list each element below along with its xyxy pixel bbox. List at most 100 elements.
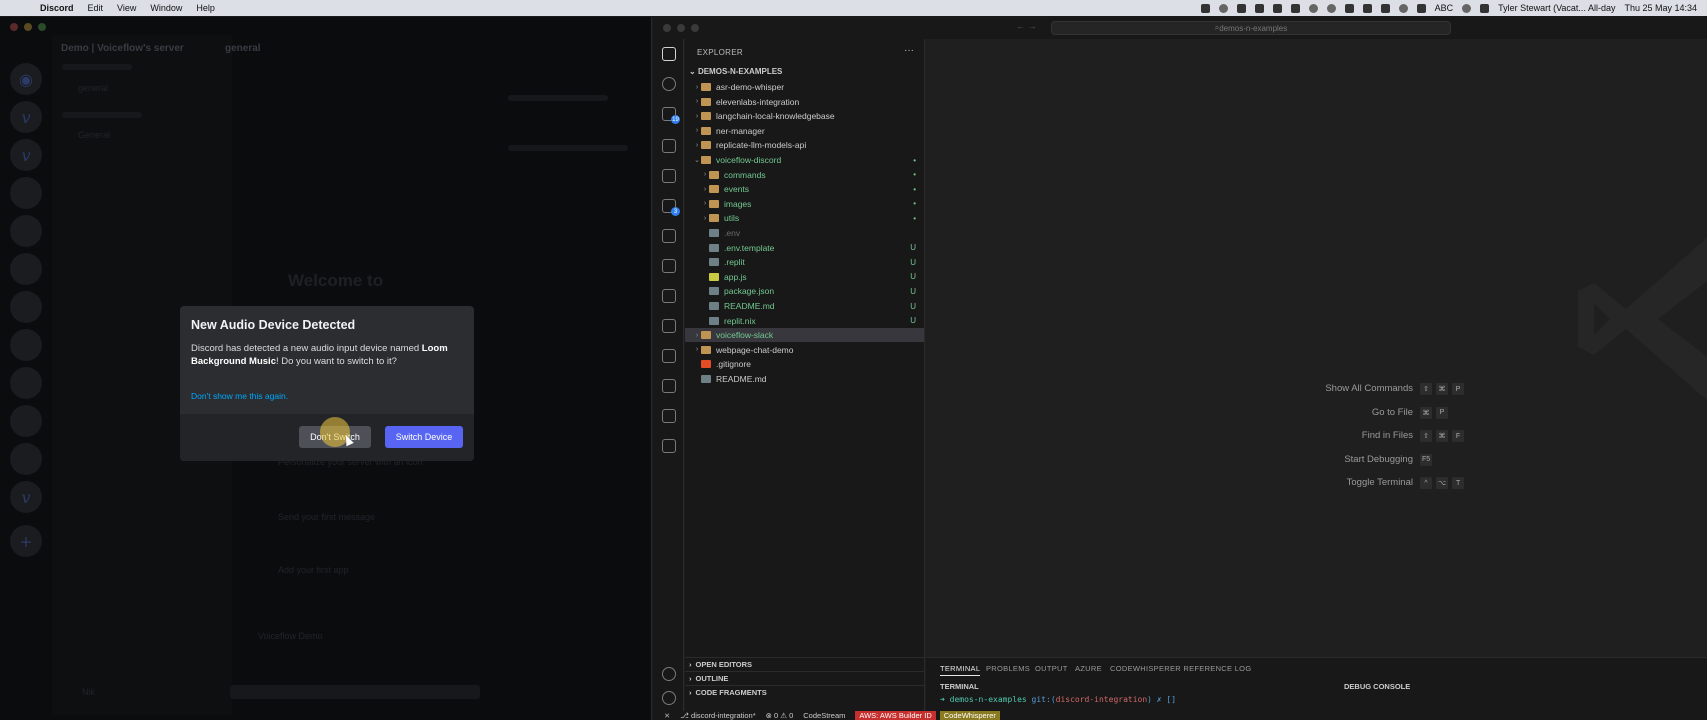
zoom-window-button[interactable] [38,23,46,31]
bluetooth-icon[interactable] [1462,3,1472,13]
server-icon[interactable]: v [10,481,42,513]
server-icon[interactable] [10,329,42,361]
close-window-button[interactable] [10,23,18,31]
message-input[interactable] [230,685,480,699]
close-window-button[interactable] [663,24,671,32]
package-icon[interactable] [662,409,676,423]
remote-icon[interactable]: ⨯ [664,711,670,720]
tab-azure[interactable]: AZURE [1075,664,1102,673]
debug-console-section[interactable]: DEBUG CONSOLE [1344,682,1410,691]
add-server-icon[interactable]: + [10,525,42,557]
menu-help[interactable]: Help [196,3,215,13]
server-icon[interactable] [10,405,42,437]
status-icon[interactable] [1362,3,1372,13]
tree-file[interactable]: replit.nix U [685,314,924,328]
tab-codewhisperer-log[interactable]: CODEWHISPERER REFERENCE LOG [1110,664,1251,673]
server-icon[interactable]: v [10,139,42,171]
account-icon[interactable] [662,667,676,681]
status-icon[interactable] [1308,3,1318,13]
menu-app-discord[interactable]: Discord [40,3,74,13]
checklist-item[interactable]: Send your first message [278,512,375,522]
search-icon[interactable] [662,77,676,91]
docker-icon[interactable] [662,319,676,333]
codewhisperer-status[interactable]: CodeWhisperer [939,711,1000,720]
status-icon[interactable] [1344,3,1354,13]
command-center-search[interactable]: ⌕ demos-n-examples [1051,21,1451,35]
status-icon[interactable] [1326,3,1336,13]
tab-problems[interactable]: PROBLEMS [986,664,1030,673]
tree-folder[interactable]: › replicate-llm-models-api [685,138,924,152]
tree-folder[interactable]: › webpage-chat-demo [685,343,924,357]
server-icon[interactable] [10,443,42,475]
tab-terminal[interactable]: TERMINAL [940,664,981,676]
anchor-icon[interactable] [662,379,676,393]
run-debug-icon[interactable] [662,139,676,153]
section-code-fragments[interactable]: › CODE FRAGMENTS [685,685,925,699]
status-icon[interactable] [1254,3,1264,13]
tree-file[interactable]: .replit U [685,255,924,269]
tab-output[interactable]: OUTPUT [1035,664,1068,673]
voice-channel-item[interactable]: General [78,130,110,140]
section-outline[interactable]: › OUTLINE [685,671,925,685]
terminal-prompt[interactable]: ➜ demos-n-examples git:(discord-integrat… [940,695,1176,704]
nav-arrows-icon[interactable]: ← → [1016,21,1037,31]
section-open-editors[interactable]: › OPEN EDITORS [685,657,925,671]
tree-folder[interactable]: › langchain-local-knowledgebase [685,109,924,123]
bitbucket-icon[interactable] [662,229,676,243]
user-name[interactable]: Nik [82,687,95,697]
calendar-status[interactable]: Tyler Stewart (Vacat... All-day [1498,3,1615,13]
tree-file[interactable]: README.md U [685,299,924,313]
shortcut-label[interactable]: Find in Files [1213,430,1413,441]
aws-icon[interactable] [662,439,676,453]
tree-file[interactable]: .env.template U [685,241,924,255]
channel-item-general[interactable]: general [78,83,108,93]
zoom-window-button[interactable] [691,24,699,32]
minimize-window-button[interactable] [677,24,685,32]
status-icon[interactable] [1380,3,1390,13]
status-icon[interactable] [1236,3,1246,13]
server-icon[interactable] [10,367,42,399]
shortcut-label[interactable]: Start Debugging [1213,454,1413,465]
tree-folder[interactable]: › images • [685,197,924,211]
tree-file[interactable]: app.js U [685,270,924,284]
tree-file[interactable]: .env [685,226,924,240]
status-icon[interactable] [1290,3,1300,13]
server-icon[interactable] [10,215,42,247]
tree-folder[interactable]: › events • [685,182,924,196]
server-icon[interactable] [10,291,42,323]
gear-icon[interactable] [662,691,676,705]
status-icon[interactable] [1272,3,1282,13]
server-icon[interactable]: v [10,101,42,133]
more-actions-icon[interactable]: ··· [904,45,914,56]
input-source-icon[interactable] [1416,3,1426,13]
tree-folder[interactable]: › utils • [685,211,924,225]
server-name[interactable]: Demo | Voiceflow's server [61,43,184,54]
minimize-window-button[interactable] [24,23,32,31]
tree-folder[interactable]: ⌄ voiceflow-discord • [685,153,924,167]
explorer-icon[interactable] [662,47,676,61]
clock[interactable]: Thu 25 May 14:34 [1624,3,1697,13]
azure-icon[interactable] [662,289,676,303]
workspace-root[interactable]: ⌄ DEMOS-N-EXAMPLES [689,67,782,76]
aws-status[interactable]: AWS: AWS Builder ID [855,711,936,720]
terminal-section[interactable]: TERMINAL [940,682,979,691]
status-icon[interactable] [1200,3,1210,13]
tree-folder[interactable]: › elevenlabs-integration [685,95,924,109]
menu-window[interactable]: Window [150,3,182,13]
abc-label[interactable]: ABC [1435,3,1454,13]
shortcut-label[interactable]: Show All Commands [1213,383,1413,394]
tree-folder[interactable]: › commands • [685,168,924,182]
folder-icon[interactable] [662,259,676,273]
status-icon[interactable] [1218,3,1228,13]
switch-device-button[interactable]: Switch Device [385,426,463,448]
dont-show-again-link[interactable]: Don't show me this again. [191,391,288,401]
gitlens-icon[interactable] [662,349,676,363]
problems-status[interactable]: ⊗ 0 ⚠ 0 [766,711,794,720]
branch-status[interactable]: ⎇ discord-integration* [680,711,755,720]
server-icon[interactable] [10,253,42,285]
shortcut-label[interactable]: Go to File [1213,407,1413,418]
server-icon[interactable] [10,177,42,209]
tree-folder[interactable]: › asr-demo-whisper [685,80,924,94]
tree-file[interactable]: README.md [685,372,924,386]
wifi-icon[interactable] [1480,3,1490,13]
